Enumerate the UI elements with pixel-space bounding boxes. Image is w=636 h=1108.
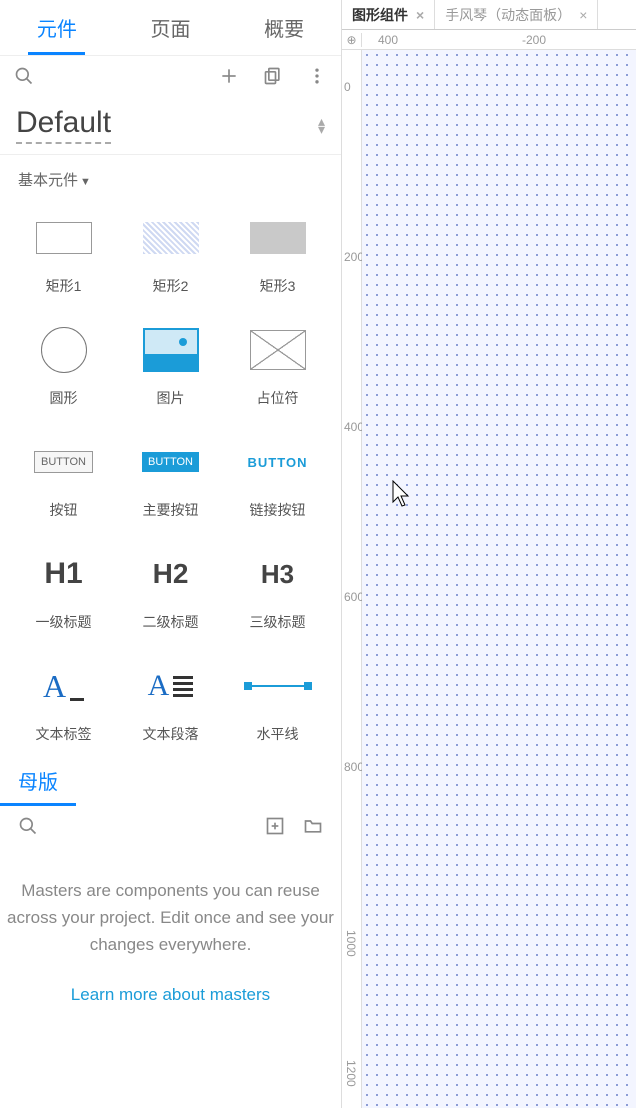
masters-description: Masters are components you can reuse acr… xyxy=(7,881,334,954)
masters-panel: 母版 Masters are components you can reuse … xyxy=(0,754,341,1034)
vertical-ruler[interactable]: 0 200 400 600 800 1000 1200 xyxy=(342,50,362,1108)
caret-down-icon: ▼ xyxy=(80,176,91,188)
search-icon[interactable] xyxy=(14,66,34,91)
widgets-grid: 矩形1 矩形2 矩形3 圆形 图片 占位符 BUTTON按钮 BUTTON主要按… xyxy=(0,196,341,754)
tab-overview[interactable]: 概要 xyxy=(227,0,341,55)
file-tabs: 图形组件 × 手风琴（动态面板） × xyxy=(342,0,636,30)
widget-text-paragraph[interactable]: A文本段落 xyxy=(117,662,224,744)
cursor-pointer-icon xyxy=(392,480,412,508)
widget-circle[interactable]: 圆形 xyxy=(10,326,117,408)
tab-widgets[interactable]: 元件 xyxy=(0,0,114,55)
widget-rect3[interactable]: 矩形3 xyxy=(224,214,331,296)
masters-add-icon[interactable] xyxy=(265,816,285,841)
close-tab-icon[interactable]: × xyxy=(579,7,587,23)
section-basic-widgets[interactable]: 基本元件▼ xyxy=(0,155,341,196)
widget-link-button[interactable]: BUTTON链接按钮 xyxy=(224,438,331,520)
widget-primary-button[interactable]: BUTTON主要按钮 xyxy=(117,438,224,520)
canvas-area: 图形组件 × 手风琴（动态面板） × ⊕ 400 -200 0 200 400 … xyxy=(342,0,636,1108)
widget-rect2[interactable]: 矩形2 xyxy=(117,214,224,296)
masters-tab[interactable]: 母版 xyxy=(0,760,76,806)
masters-learn-link[interactable]: Learn more about masters xyxy=(6,981,335,1008)
widget-hr[interactable]: 水平线 xyxy=(224,662,331,744)
widget-h1[interactable]: H1一级标题 xyxy=(10,550,117,632)
tab-pages[interactable]: 页面 xyxy=(114,0,228,55)
widget-h2[interactable]: H2二级标题 xyxy=(117,550,224,632)
duplicate-icon[interactable] xyxy=(263,66,283,91)
masters-folder-icon[interactable] xyxy=(303,816,323,841)
library-chevrons-icon: ▴▾ xyxy=(318,117,325,133)
widget-rect1[interactable]: 矩形1 xyxy=(10,214,117,296)
file-tab-active[interactable]: 图形组件 × xyxy=(342,0,435,29)
canvas-grid[interactable] xyxy=(362,50,636,1108)
close-tab-icon[interactable]: × xyxy=(416,7,424,23)
library-name: Default xyxy=(16,106,111,144)
widget-text-label[interactable]: A文本标签 xyxy=(10,662,117,744)
horizontal-ruler[interactable]: ⊕ 400 -200 xyxy=(342,30,636,50)
library-selector[interactable]: Default ▴▾ xyxy=(0,100,341,155)
file-tab-inactive[interactable]: 手风琴（动态面板） × xyxy=(435,0,598,29)
widget-button[interactable]: BUTTON按钮 xyxy=(10,438,117,520)
add-icon[interactable] xyxy=(219,66,239,91)
widget-image[interactable]: 图片 xyxy=(117,326,224,408)
widget-h3[interactable]: H3三级标题 xyxy=(224,550,331,632)
ruler-origin-icon[interactable]: ⊕ xyxy=(342,33,362,47)
widget-placeholder[interactable]: 占位符 xyxy=(224,326,331,408)
widgets-toolbar xyxy=(0,56,341,100)
masters-search-icon[interactable] xyxy=(18,816,38,841)
more-icon[interactable] xyxy=(307,66,327,91)
panel-tabs: 元件 页面 概要 xyxy=(0,0,341,56)
